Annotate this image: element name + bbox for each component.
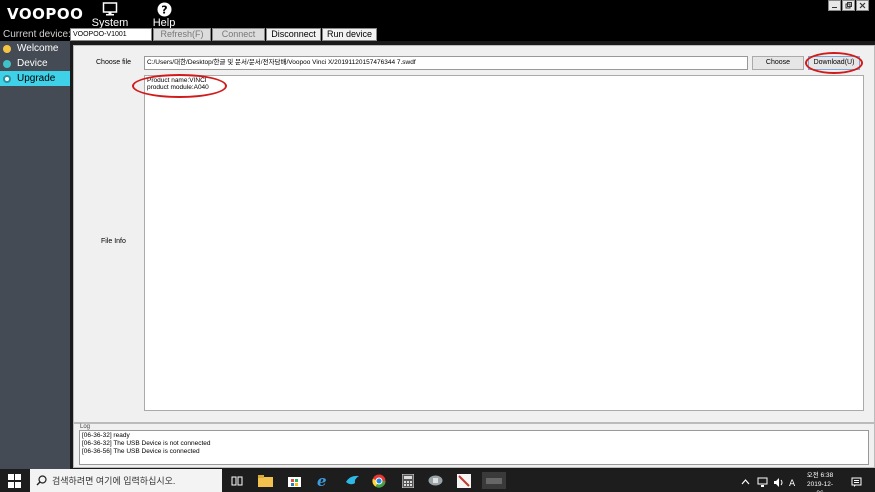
- file-info-label: File Info: [101, 238, 126, 245]
- taskbar-clock[interactable]: 오전 6:38 2019-12-06: [805, 471, 835, 492]
- ime-icon[interactable]: A: [789, 475, 800, 489]
- bird-app-icon[interactable]: [344, 472, 361, 489]
- file-info-box: Product name:VINCI product module:A040: [144, 75, 864, 411]
- file-path-field[interactable]: C:/Users/대한/Desktop/한글 및 문서/문서/전자담배/Voop…: [144, 56, 748, 70]
- notification-icon[interactable]: [851, 475, 862, 487]
- log-panel: [06-36-32] ready [06-36-32] The USB Devi…: [73, 423, 875, 468]
- log-box: [06-36-32] ready [06-36-32] The USB Devi…: [79, 430, 869, 465]
- device-dot-icon: [3, 59, 11, 68]
- taskbar-search-input[interactable]: 검색하려면 여기에 입력하십시오.: [30, 469, 222, 492]
- search-placeholder: 검색하려면 여기에 입력하십시오.: [52, 476, 176, 486]
- connect-button[interactable]: Connect: [212, 28, 265, 41]
- file-explorer-icon[interactable]: [257, 472, 274, 489]
- window-controls: [827, 0, 869, 11]
- refresh-button[interactable]: Refresh(F): [153, 28, 211, 41]
- close-button[interactable]: [856, 0, 869, 11]
- svg-text:A: A: [789, 479, 796, 488]
- monitor-icon: [86, 1, 134, 17]
- run-device-button[interactable]: Run device: [322, 28, 377, 41]
- app-logo: VOOPOO: [7, 5, 84, 23]
- upgrade-dot-icon: [3, 74, 11, 83]
- minimize-button[interactable]: [828, 0, 841, 11]
- choose-button[interactable]: Choose: [752, 56, 804, 70]
- network-icon[interactable]: [757, 475, 768, 487]
- welcome-dot-icon: [3, 44, 11, 53]
- svg-text:e: e: [317, 473, 327, 488]
- sidebar-item-device[interactable]: Device: [0, 56, 70, 71]
- annotation-circle-file-info: [132, 74, 227, 98]
- taskbar: 검색하려면 여기에 입력하십시오. e A 오전 6:38 2019-12-: [0, 469, 875, 492]
- app-icon[interactable]: [427, 472, 444, 489]
- annotation-circle-download: [805, 52, 863, 74]
- windows-start-icon[interactable]: [8, 474, 22, 488]
- current-device-field[interactable]: VOOPOO-V1001: [70, 28, 152, 41]
- log-line: [06-36-32] The USB Device is not connect…: [82, 440, 211, 447]
- upgrade-panel: Choose file C:/Users/대한/Desktop/한글 및 문서/…: [73, 45, 875, 423]
- log-title: Log: [79, 424, 92, 430]
- sidebar-item-label: Welcome: [17, 43, 59, 54]
- restore-button[interactable]: [842, 0, 855, 11]
- clock-time: 오전 6:38: [806, 472, 834, 479]
- task-view-icon[interactable]: [228, 472, 245, 489]
- disconnect-button[interactable]: Disconnect: [266, 28, 321, 41]
- drawing-app-icon[interactable]: [455, 472, 472, 489]
- log-line: [06-36-32] ready: [82, 432, 130, 439]
- store-icon[interactable]: [286, 472, 303, 489]
- nav-help[interactable]: ? Help: [140, 1, 188, 29]
- sidebar-item-upgrade[interactable]: Upgrade: [0, 71, 70, 86]
- edge-browser-icon[interactable]: e: [315, 472, 332, 489]
- sidebar-item-label: Upgrade: [17, 73, 56, 84]
- help-icon: ?: [140, 1, 188, 17]
- voopoo-app-icon[interactable]: [482, 472, 506, 489]
- choose-file-label: Choose file: [96, 59, 132, 66]
- svg-text:?: ?: [161, 3, 167, 16]
- sidebar-item-welcome[interactable]: Welcome: [0, 41, 70, 56]
- search-icon: [36, 475, 47, 486]
- chrome-icon[interactable]: [370, 472, 387, 489]
- title-bar: VOOPOO System ? Help: [0, 0, 875, 29]
- device-bar: Current device: VOOPOO-V1001 Refresh(F) …: [0, 28, 875, 41]
- log-line: [06-36-56] The USB Device is connected: [82, 448, 200, 455]
- nav-system[interactable]: System: [86, 1, 134, 29]
- chevron-up-icon[interactable]: [740, 475, 751, 486]
- sidebar-item-label: Device: [17, 58, 48, 69]
- volume-icon[interactable]: [773, 475, 784, 487]
- sidebar: Welcome Device Upgrade: [0, 41, 70, 469]
- current-device-label: Current device:: [3, 29, 71, 40]
- clock-date: 2019-12-06: [806, 481, 834, 492]
- calculator-icon[interactable]: [399, 472, 416, 489]
